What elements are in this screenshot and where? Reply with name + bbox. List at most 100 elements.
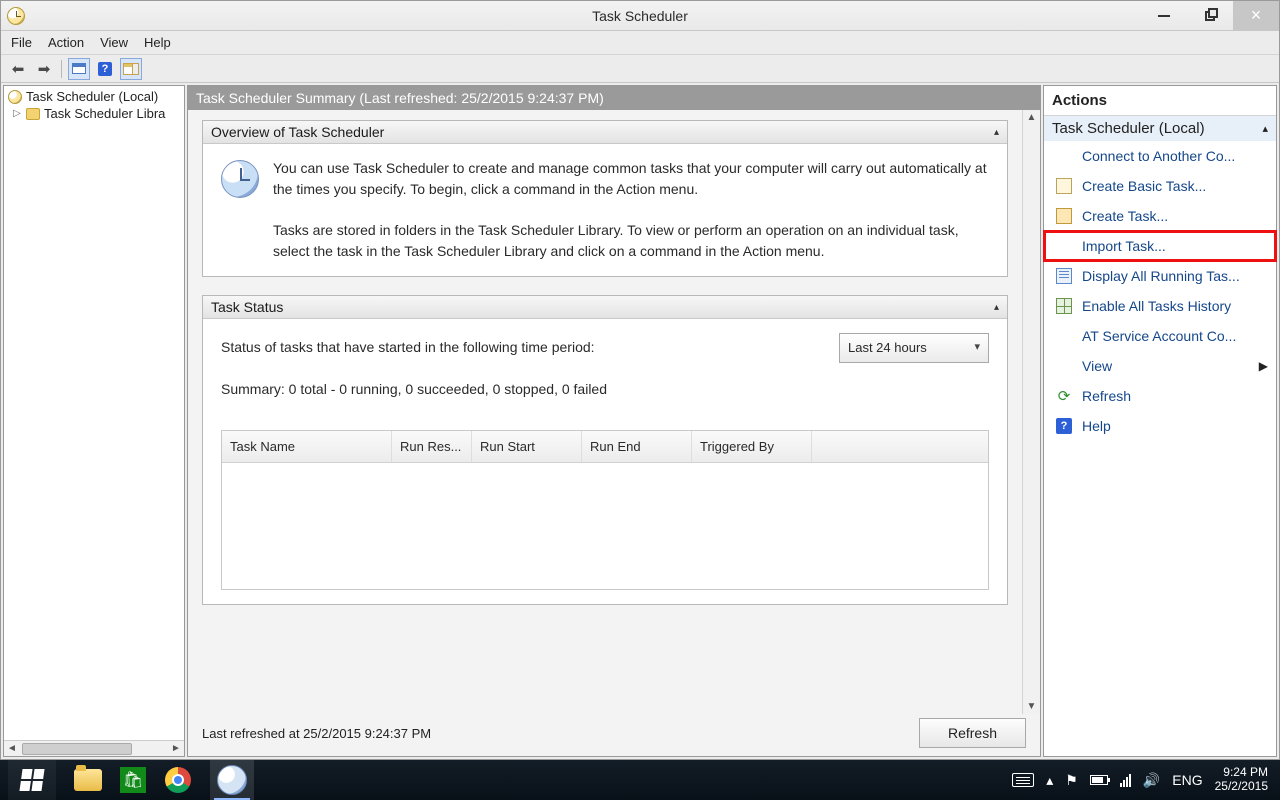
- input-language[interactable]: ENG: [1172, 772, 1202, 788]
- menu-file[interactable]: File: [11, 35, 32, 50]
- action-connect[interactable]: Connect to Another Co...: [1044, 141, 1276, 171]
- window-controls: ×: [1141, 1, 1279, 30]
- nav-back-button[interactable]: ⬅: [7, 58, 29, 80]
- col-triggered-by[interactable]: Triggered By: [692, 431, 812, 463]
- action-create-basic-task[interactable]: Create Basic Task...: [1044, 171, 1276, 201]
- action-display-running[interactable]: Display All Running Tas...: [1044, 261, 1276, 291]
- last-refreshed-label: Last refreshed at 25/2/2015 9:24:37 PM: [202, 726, 431, 741]
- refresh-button-label: Refresh: [948, 725, 997, 741]
- task-status-body: Status of tasks that have started in the…: [203, 319, 1007, 604]
- results-content: Overview of Task Scheduler ▴ You can use…: [188, 110, 1022, 714]
- close-button[interactable]: ×: [1233, 1, 1279, 30]
- menu-help[interactable]: Help: [144, 35, 171, 50]
- menu-view[interactable]: View: [100, 35, 128, 50]
- col-run-result[interactable]: Run Res...: [392, 431, 472, 463]
- titlebar: Task Scheduler ×: [1, 1, 1279, 31]
- blank-icon: [1056, 358, 1072, 374]
- volume-icon[interactable]: 🔊: [1143, 772, 1160, 789]
- maximize-button[interactable]: [1187, 1, 1233, 30]
- split-panel-icon: [123, 63, 139, 75]
- action-at-service[interactable]: AT Service Account Co...: [1044, 321, 1276, 351]
- refresh-button[interactable]: Refresh: [919, 718, 1026, 748]
- col-run-start[interactable]: Run Start: [472, 431, 582, 463]
- scroll-down-icon[interactable]: ▼: [1027, 701, 1037, 712]
- results-footer: Last refreshed at 25/2/2015 9:24:37 PM R…: [188, 714, 1040, 756]
- summary-header: Task Scheduler Summary (Last refreshed: …: [188, 86, 1040, 110]
- show-hide-actions-button[interactable]: [120, 58, 142, 80]
- chrome-icon: [165, 767, 191, 793]
- scroll-thumb[interactable]: [22, 743, 132, 755]
- action-create-basic-label: Create Basic Task...: [1082, 178, 1206, 194]
- toolbar: ⬅ ➡ ?: [1, 55, 1279, 83]
- folder-icon: [74, 769, 102, 791]
- action-refresh[interactable]: ⟳ Refresh: [1044, 381, 1276, 411]
- taskbar-file-explorer[interactable]: [66, 760, 110, 800]
- actions-scope-header[interactable]: Task Scheduler (Local) ▴: [1044, 116, 1276, 141]
- tray-overflow-icon[interactable]: ▴: [1046, 772, 1053, 789]
- action-import-task-label: Import Task...: [1082, 238, 1166, 254]
- action-help[interactable]: ? Help: [1044, 411, 1276, 441]
- blank-icon: [1056, 328, 1072, 344]
- help-icon: ?: [98, 62, 112, 76]
- history-icon: [1056, 298, 1072, 314]
- console-tree-pane: Task Scheduler (Local) ▷ Task Scheduler …: [3, 85, 185, 757]
- overview-section: Overview of Task Scheduler ▴ You can use…: [202, 120, 1008, 277]
- console-tree[interactable]: Task Scheduler (Local) ▷ Task Scheduler …: [4, 86, 184, 740]
- window-title: Task Scheduler: [1, 8, 1279, 24]
- network-signal-icon[interactable]: [1120, 774, 1131, 787]
- clock-icon: [217, 765, 247, 795]
- document-icon: [1056, 268, 1072, 284]
- col-run-end[interactable]: Run End: [582, 431, 692, 463]
- tray-clock[interactable]: 9:24 PM 25/2/2015: [1215, 766, 1272, 794]
- taskbar-tray: ▴ ⚑ 🔊 ENG 9:24 PM 25/2/2015: [1004, 760, 1280, 800]
- help-button[interactable]: ?: [94, 58, 116, 80]
- show-hide-tree-button[interactable]: [68, 58, 90, 80]
- taskbar-left: 🛍: [0, 760, 262, 800]
- action-display-running-label: Display All Running Tas...: [1082, 268, 1240, 284]
- scroll-right-icon[interactable]: ►: [168, 743, 184, 754]
- overview-title: Overview of Task Scheduler: [211, 124, 384, 140]
- overview-section-header[interactable]: Overview of Task Scheduler ▴: [203, 121, 1007, 144]
- collapse-icon: ▴: [994, 127, 999, 138]
- menu-bar: File Action View Help: [1, 31, 1279, 55]
- nav-forward-button[interactable]: ➡: [33, 58, 55, 80]
- start-button[interactable]: [8, 760, 56, 800]
- tree-library[interactable]: ▷ Task Scheduler Libra: [6, 105, 184, 122]
- battery-icon[interactable]: [1090, 775, 1108, 785]
- task-status-header[interactable]: Task Status ▴: [203, 296, 1007, 319]
- menu-action[interactable]: Action: [48, 35, 84, 50]
- action-view-submenu[interactable]: View ▶: [1044, 351, 1276, 381]
- collapse-icon: ▴: [1262, 122, 1268, 135]
- taskbar-task-scheduler[interactable]: [210, 760, 254, 800]
- action-import-task[interactable]: Import Task...: [1044, 231, 1276, 261]
- tree-library-label: Task Scheduler Libra: [44, 106, 165, 121]
- store-icon: 🛍: [120, 767, 146, 793]
- tree-horizontal-scrollbar[interactable]: ◄ ►: [4, 740, 184, 756]
- tree-expander-icon[interactable]: ▷: [12, 108, 22, 119]
- taskbar-store[interactable]: 🛍: [120, 767, 146, 793]
- clock-date: 25/2/2015: [1215, 780, 1268, 794]
- clock-icon: [8, 90, 22, 104]
- help-icon: ?: [1056, 418, 1072, 434]
- overview-body: You can use Task Scheduler to create and…: [203, 144, 1007, 276]
- scroll-up-icon[interactable]: ▲: [1027, 112, 1037, 123]
- action-refresh-label: Refresh: [1082, 388, 1131, 404]
- period-dropdown[interactable]: Last 24 hours: [839, 333, 989, 363]
- col-task-name[interactable]: Task Name: [222, 431, 392, 463]
- scroll-left-icon[interactable]: ◄: [4, 743, 20, 754]
- clock-large-icon: [221, 160, 259, 198]
- results-vertical-scrollbar[interactable]: ▲ ▼: [1022, 110, 1040, 714]
- taskbar: 🛍 ▴ ⚑ 🔊 ENG 9:24 PM 25/2/2015: [0, 760, 1280, 800]
- action-create-task[interactable]: Create Task...: [1044, 201, 1276, 231]
- minimize-button[interactable]: [1141, 1, 1187, 30]
- flag-icon[interactable]: ⚑: [1065, 772, 1078, 789]
- action-enable-history[interactable]: Enable All Tasks History: [1044, 291, 1276, 321]
- overview-paragraph-2: Tasks are stored in folders in the Task …: [273, 220, 989, 262]
- overview-text: You can use Task Scheduler to create and…: [273, 158, 989, 262]
- table-header: Task Name Run Res... Run Start Run End T…: [222, 431, 988, 464]
- taskbar-chrome[interactable]: [156, 760, 200, 800]
- clock-time: 9:24 PM: [1215, 766, 1268, 780]
- task-status-table: Task Name Run Res... Run Start Run End T…: [221, 430, 989, 590]
- tree-root[interactable]: Task Scheduler (Local): [6, 88, 184, 105]
- touch-keyboard-icon[interactable]: [1012, 773, 1034, 787]
